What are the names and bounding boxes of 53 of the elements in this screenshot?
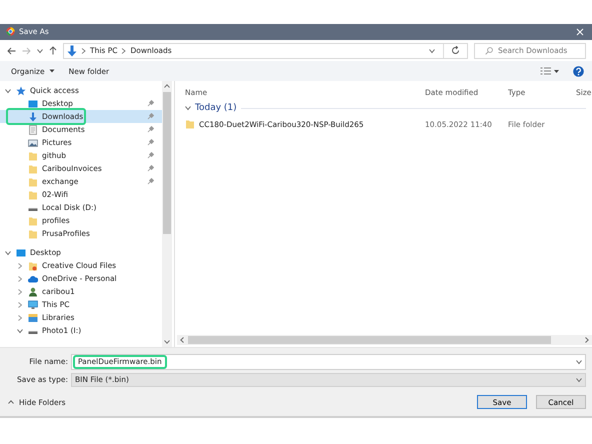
browser-logo-icon (6, 27, 15, 36)
scroll-up-icon (164, 84, 170, 88)
scrollbar[interactable] (162, 81, 172, 347)
folder-icon (28, 150, 38, 161)
refresh-icon[interactable] (451, 46, 460, 56)
dropdown-chevron-icon[interactable] (576, 376, 582, 382)
folder-icon (185, 119, 195, 130)
cloud-icon (28, 274, 38, 284)
scrollbar-thumb[interactable] (163, 92, 171, 234)
monitor-icon (16, 248, 26, 258)
folder-icon (28, 216, 38, 226)
star-icon (16, 86, 26, 96)
chevron-down-icon[interactable] (5, 250, 11, 256)
monitor-icon (28, 98, 38, 109)
chevron-down-icon[interactable] (17, 328, 23, 334)
folder-icon (28, 164, 38, 174)
scroll-right-icon (585, 337, 589, 343)
chevron-right-icon[interactable] (17, 262, 23, 269)
chevron-right-icon (121, 48, 126, 54)
group-header[interactable]: Today (1) (195, 103, 237, 114)
chevron-right-icon (81, 48, 86, 54)
chevron-right-icon[interactable] (17, 314, 23, 321)
library-icon (28, 312, 38, 323)
scroll-down-icon (164, 340, 170, 344)
person-icon (28, 286, 38, 297)
folder-icon (28, 176, 38, 187)
monitor-icon (28, 300, 38, 310)
scrollbar[interactable] (177, 335, 592, 345)
scroll-left-icon (180, 337, 184, 343)
chevron-up-icon (8, 400, 14, 404)
document-icon (28, 124, 38, 135)
folder-icon (28, 260, 38, 271)
view-options-icon[interactable] (540, 67, 559, 76)
download-arrow-icon (67, 44, 77, 57)
search-icon (485, 46, 493, 55)
picture-icon (28, 138, 38, 148)
caret-down-icon (48, 69, 55, 74)
chevron-right-icon[interactable] (17, 288, 23, 295)
folder-icon (28, 228, 38, 239)
chevron-right-icon[interactable] (17, 302, 23, 308)
folder-icon (28, 190, 38, 200)
help-icon[interactable] (573, 66, 584, 77)
chevron-right-icon[interactable] (17, 276, 23, 282)
scrollbar-thumb[interactable] (188, 336, 551, 344)
back-arrow-icon[interactable] (7, 46, 16, 55)
download-arrow-icon (28, 112, 38, 122)
chevron-down-icon[interactable] (5, 88, 11, 94)
chevron-down-icon[interactable] (185, 105, 191, 112)
close-icon[interactable] (576, 28, 584, 36)
up-arrow-icon[interactable] (49, 46, 57, 56)
dropdown-chevron-icon[interactable] (576, 358, 582, 364)
recent-chevron-icon[interactable] (37, 48, 43, 54)
dropdown-chevron-icon[interactable] (429, 48, 435, 54)
